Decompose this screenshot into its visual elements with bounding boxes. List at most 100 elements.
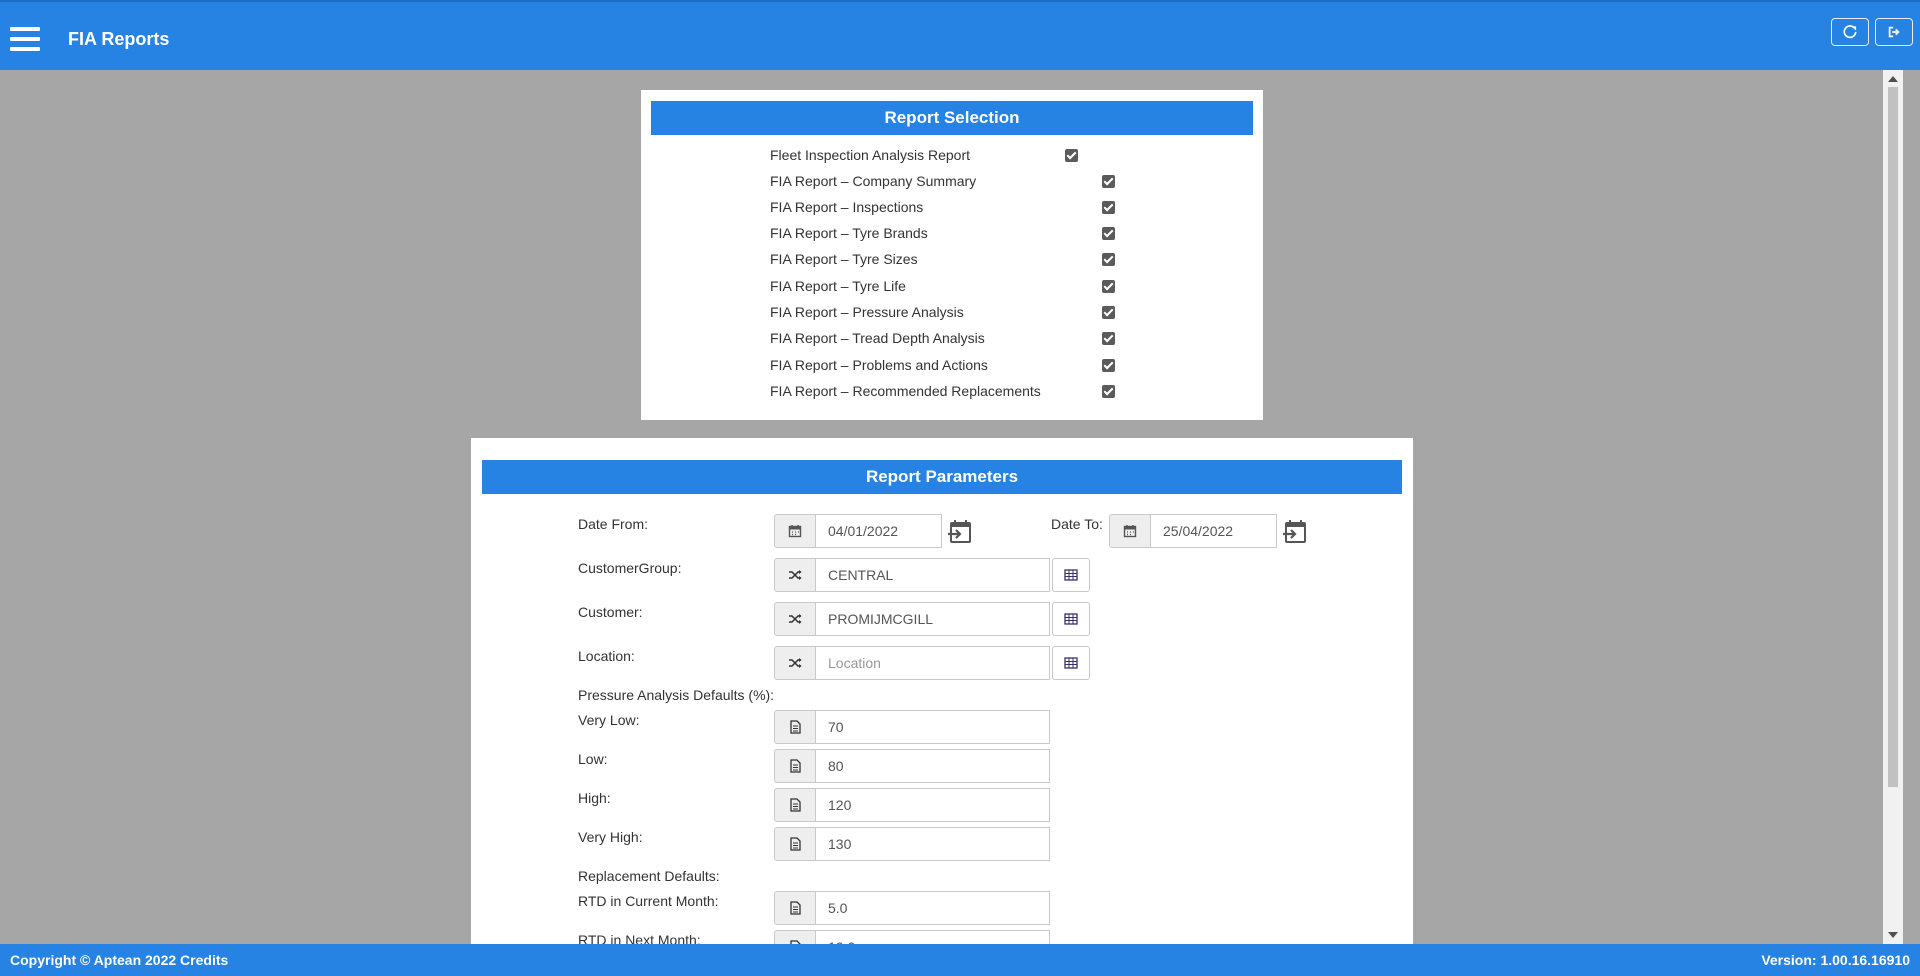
very-low-input[interactable] bbox=[816, 710, 1050, 744]
file-icon bbox=[774, 891, 816, 925]
logout-icon bbox=[1888, 26, 1900, 38]
refresh-button[interactable] bbox=[1831, 18, 1869, 46]
shuffle-icon bbox=[774, 558, 816, 592]
date-from-label: Date From: bbox=[578, 516, 649, 532]
report-item: FIA Report – Company Summary bbox=[770, 168, 1140, 194]
scrollbar-thumb[interactable] bbox=[1888, 87, 1898, 787]
location-input[interactable] bbox=[816, 646, 1050, 680]
report-parameters-title: Report Parameters bbox=[482, 460, 1402, 494]
report-item-checkbox[interactable] bbox=[1102, 201, 1115, 214]
scroll-down-arrow[interactable] bbox=[1888, 932, 1898, 938]
very-high-input[interactable] bbox=[816, 827, 1050, 861]
logout-button[interactable] bbox=[1875, 18, 1913, 46]
report-item: FIA Report – Tyre Brands bbox=[770, 220, 1140, 246]
rtd-current-month-group bbox=[774, 891, 1050, 925]
report-item-checkbox[interactable] bbox=[1102, 253, 1115, 266]
vertical-scrollbar[interactable] bbox=[1883, 70, 1903, 944]
report-item-checkbox[interactable] bbox=[1065, 149, 1078, 162]
footer: Copyright © Aptean 2022 Credits Version:… bbox=[0, 944, 1920, 976]
rtd-next-month-input[interactable] bbox=[816, 930, 1050, 944]
customer-input[interactable] bbox=[816, 602, 1050, 636]
copyright-text: Copyright © Aptean 2022 Credits bbox=[10, 952, 229, 968]
report-item: FIA Report – Inspections bbox=[770, 194, 1140, 220]
date-to-label: Date To: bbox=[1051, 516, 1103, 532]
refresh-icon bbox=[1843, 25, 1857, 39]
report-item-checkbox[interactable] bbox=[1102, 332, 1115, 345]
main-content: Report Selection Fleet Inspection Analys… bbox=[0, 70, 1883, 944]
report-item-label: FIA Report – Tread Depth Analysis bbox=[770, 330, 985, 346]
rtd-next-month-label: RTD in Next Month: bbox=[578, 932, 701, 944]
high-label: High: bbox=[578, 790, 611, 806]
report-item-label: FIA Report – Pressure Analysis bbox=[770, 304, 964, 320]
report-item: Fleet Inspection Analysis Report bbox=[770, 142, 1100, 168]
customer-group-group bbox=[774, 558, 1090, 592]
version-text: Version: 1.00.16.16910 bbox=[1761, 952, 1910, 968]
calendar-icon bbox=[774, 514, 816, 548]
report-item-label: FIA Report – Tyre Brands bbox=[770, 225, 928, 241]
customer-label: Customer: bbox=[578, 604, 643, 620]
file-icon bbox=[774, 749, 816, 783]
report-item-label: FIA Report – Tyre Sizes bbox=[770, 251, 918, 267]
customer-group-field bbox=[774, 602, 1090, 636]
report-item-label: FIA Report – Problems and Actions bbox=[770, 357, 988, 373]
customer-group-lookup-button[interactable] bbox=[1052, 558, 1090, 592]
table-icon bbox=[1064, 657, 1078, 669]
report-item-checkbox[interactable] bbox=[1102, 385, 1115, 398]
date-from-input[interactable] bbox=[816, 514, 942, 548]
very-high-group bbox=[774, 827, 1050, 861]
report-selection-title: Report Selection bbox=[651, 101, 1253, 135]
hamburger-icon[interactable] bbox=[10, 27, 40, 51]
shuffle-icon bbox=[774, 602, 816, 636]
pressure-defaults-heading: Pressure Analysis Defaults (%): bbox=[578, 687, 775, 703]
high-group bbox=[774, 788, 1050, 822]
report-item-checkbox[interactable] bbox=[1102, 359, 1115, 372]
report-item: FIA Report – Problems and Actions bbox=[770, 352, 1140, 378]
calendar-icon bbox=[1109, 514, 1151, 548]
report-item-checkbox[interactable] bbox=[1102, 175, 1115, 188]
shuffle-icon bbox=[774, 646, 816, 680]
report-item-label: FIA Report – Tyre Life bbox=[770, 278, 906, 294]
table-icon bbox=[1064, 569, 1078, 581]
low-label: Low: bbox=[578, 751, 608, 767]
calendar-import-icon[interactable] bbox=[946, 518, 974, 546]
report-item-label: Fleet Inspection Analysis Report bbox=[770, 147, 970, 163]
top-bar: FIA Reports bbox=[0, 0, 1920, 70]
calendar-import-icon[interactable] bbox=[1281, 518, 1309, 546]
report-item: FIA Report – Tyre Sizes bbox=[770, 246, 1140, 272]
replacement-defaults-heading: Replacement Defaults: bbox=[578, 868, 720, 884]
app-title: FIA Reports bbox=[68, 29, 170, 49]
very-low-label: Very Low: bbox=[578, 712, 640, 728]
report-item-checkbox[interactable] bbox=[1102, 227, 1115, 240]
high-input[interactable] bbox=[816, 788, 1050, 822]
report-item-label: FIA Report – Recommended Replacements bbox=[770, 383, 1041, 399]
customer-group-label: CustomerGroup: bbox=[578, 560, 682, 576]
report-parameters-panel: Report Parameters Date From: Date To: Cu… bbox=[471, 438, 1413, 944]
report-item-checkbox[interactable] bbox=[1102, 306, 1115, 319]
location-lookup-button[interactable] bbox=[1052, 646, 1090, 680]
right-gutter bbox=[1903, 70, 1920, 944]
report-item: FIA Report – Recommended Replacements bbox=[770, 378, 1140, 404]
file-icon bbox=[774, 930, 816, 944]
rtd-current-month-input[interactable] bbox=[816, 891, 1050, 925]
date-from-group bbox=[774, 514, 942, 548]
report-item: FIA Report – Tread Depth Analysis bbox=[770, 325, 1140, 351]
date-to-input[interactable] bbox=[1151, 514, 1277, 548]
table-icon bbox=[1064, 613, 1078, 625]
location-label: Location: bbox=[578, 648, 635, 664]
rtd-next-month-group bbox=[774, 930, 1050, 944]
file-icon bbox=[774, 710, 816, 744]
low-input[interactable] bbox=[816, 749, 1050, 783]
report-selection-panel: Report Selection Fleet Inspection Analys… bbox=[641, 90, 1263, 420]
low-group bbox=[774, 749, 1050, 783]
very-low-group bbox=[774, 710, 1050, 744]
date-to-group bbox=[1109, 514, 1277, 548]
report-item: FIA Report – Tyre Life bbox=[770, 273, 1140, 299]
report-item-checkbox[interactable] bbox=[1102, 280, 1115, 293]
file-icon bbox=[774, 788, 816, 822]
customer-lookup-button[interactable] bbox=[1052, 602, 1090, 636]
customer-group-input[interactable] bbox=[816, 558, 1050, 592]
report-item-label: FIA Report – Company Summary bbox=[770, 173, 977, 189]
scroll-up-arrow[interactable] bbox=[1888, 76, 1898, 82]
report-item: FIA Report – Pressure Analysis bbox=[770, 299, 1140, 325]
rtd-current-month-label: RTD in Current Month: bbox=[578, 893, 719, 909]
